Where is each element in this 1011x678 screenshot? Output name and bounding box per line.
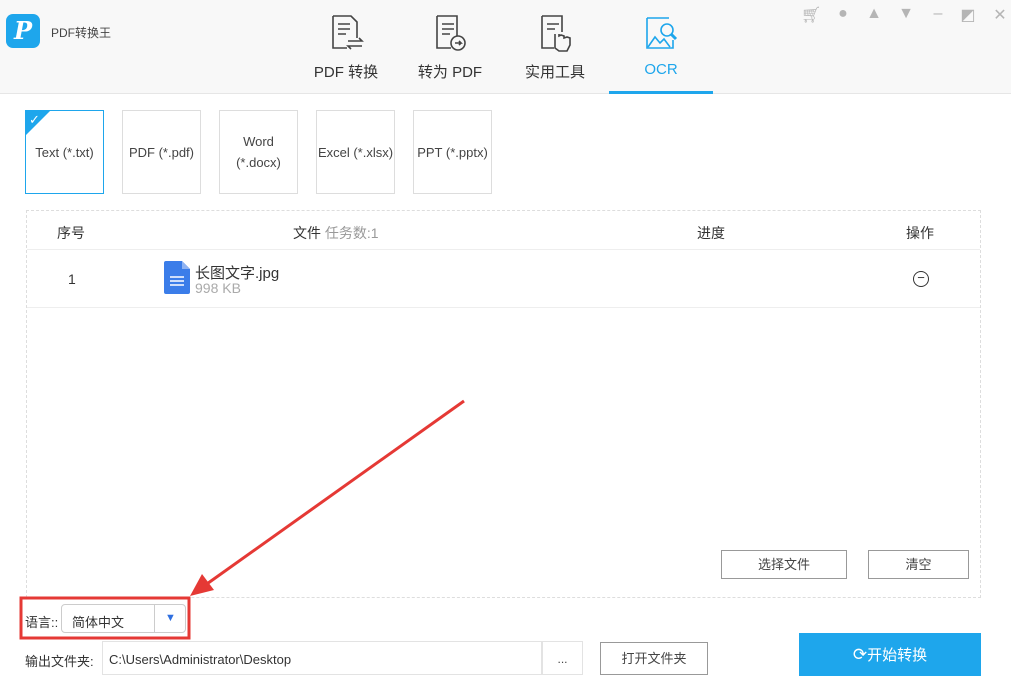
close-icon[interactable]: ✕ — [990, 5, 1010, 25]
format-pptx[interactable]: PPT (*.pptx) — [413, 110, 492, 194]
remove-icon[interactable]: − — [913, 271, 929, 287]
document-hand-icon — [541, 15, 571, 52]
dropdown-icon[interactable]: ▼ — [896, 5, 916, 23]
col-progress: 进度 — [697, 225, 725, 241]
check-icon: ✓ — [29, 112, 40, 127]
format-pdf[interactable]: PDF (*.pdf) — [122, 110, 201, 194]
image-search-icon — [646, 17, 678, 49]
restore-icon[interactable]: ◩ — [958, 5, 978, 25]
format-docx[interactable]: Word (*.docx) — [219, 110, 298, 194]
task-count: 任务数:1 — [324, 225, 379, 241]
tab-tools[interactable]: 实用工具 — [503, 0, 607, 94]
tab-to-pdf[interactable]: 转为 PDF — [398, 0, 502, 94]
start-convert-button[interactable]: ⟳开始转换 — [799, 633, 981, 676]
document-convert-icon — [332, 15, 364, 50]
tab-ocr[interactable]: OCR — [609, 0, 713, 94]
app-header: P PDF转换王 PDF 转换 转为 PDF 实用工具 OCR 🛒︎ ● ▲ ▼… — [0, 0, 1011, 94]
language-label: 语言:: — [25, 615, 59, 630]
tab-pdf-convert[interactable]: PDF 转换 — [294, 0, 398, 94]
file-size: 998 KB — [195, 280, 241, 296]
output-label: 输出文件夹: — [25, 654, 94, 669]
format-txt[interactable]: ✓ Text (*.txt) — [25, 110, 104, 194]
open-folder-button[interactable]: 打开文件夹 — [600, 642, 708, 675]
user-icon[interactable]: ● — [833, 5, 853, 23]
app-name: PDF转换王 — [51, 26, 112, 40]
clear-button[interactable]: 清空 — [868, 550, 969, 579]
col-action: 操作 — [906, 225, 934, 241]
language-select[interactable]: 简体中文 ▼ — [61, 604, 186, 633]
bell-icon[interactable]: ▲ — [864, 5, 884, 23]
file-table: 序号 文件 任务数:1 进度 操作 1 长图文字.jpg 998 KB − 选择… — [26, 210, 981, 598]
col-file-label: 文件 — [293, 225, 321, 241]
refresh-icon: ⟳ — [852, 645, 868, 664]
file-icon — [164, 261, 190, 294]
minimize-icon[interactable]: – — [928, 5, 948, 23]
col-index: 序号 — [57, 225, 85, 241]
app-logo: P — [6, 14, 40, 48]
format-xlsx[interactable]: Excel (*.xlsx) — [316, 110, 395, 194]
output-path-field[interactable]: C:\Users\Administrator\Desktop — [102, 641, 542, 675]
start-label: 开始转换 — [867, 647, 928, 664]
row-index: 1 — [68, 271, 76, 287]
chevron-down-icon[interactable]: ▼ — [154, 605, 186, 632]
language-value: 简体中文 — [72, 615, 125, 630]
browse-button[interactable]: ... — [542, 641, 583, 675]
cart-icon[interactable]: 🛒︎ — [801, 5, 821, 25]
col-file: 文件 任务数:1 — [293, 223, 379, 243]
table-row: 1 长图文字.jpg 998 KB − — [27, 250, 980, 308]
document-arrow-icon — [436, 15, 466, 51]
select-files-button[interactable]: 选择文件 — [721, 550, 847, 579]
